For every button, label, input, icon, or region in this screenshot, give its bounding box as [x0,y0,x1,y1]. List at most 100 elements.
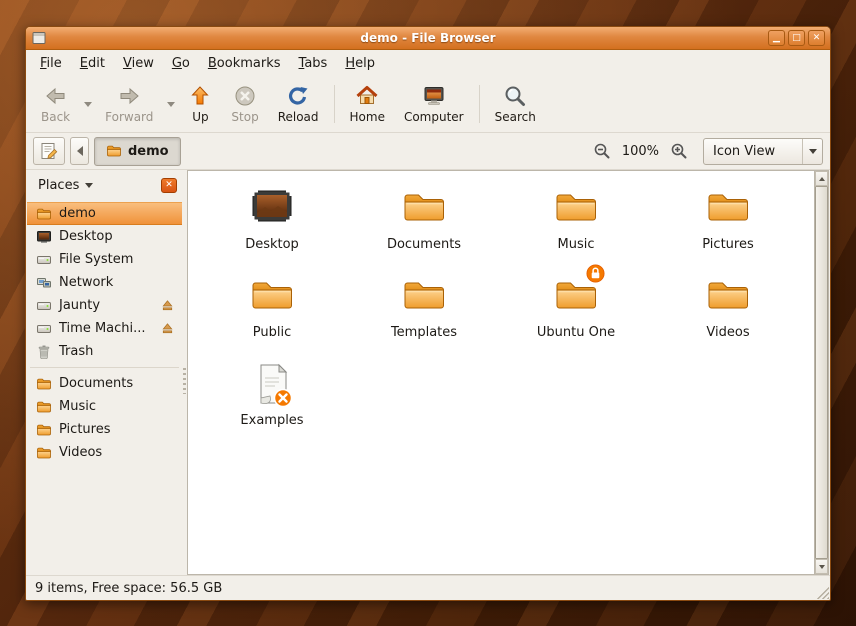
folder-icon [400,184,448,232]
edit-location-toggle[interactable] [33,137,65,165]
folder-icon [36,422,52,438]
drive-icon [36,252,52,268]
sidebar-item-time-machine[interactable]: Time Machi... [27,317,182,340]
resize-grip[interactable] [814,584,829,599]
home-button[interactable]: Home [341,80,394,128]
arrow-left-icon [44,84,68,108]
up-button[interactable]: Up [179,80,221,128]
icon-ubuntu-one[interactable]: Ubuntu One [500,272,652,360]
view-mode-select[interactable]: Icon View [703,138,823,165]
folder-icon [400,272,448,320]
location-bar: demo 100% Icon View [26,133,830,170]
menu-file[interactable]: File [32,52,70,75]
menu-edit[interactable]: Edit [72,52,113,75]
chevron-up-icon [819,177,825,181]
vertical-scrollbar[interactable] [814,170,829,575]
sidebar-item-label: Documents [59,376,133,391]
menu-bookmarks[interactable]: Bookmarks [200,52,289,75]
back-button[interactable]: Back [32,80,79,128]
sidebar-item-network[interactable]: Network [27,271,182,294]
zoom-out-icon [593,142,611,160]
folder-icon [36,206,52,222]
icon-desktop[interactable]: Desktop [196,184,348,272]
sidebar-item-videos[interactable]: Videos [27,441,182,464]
reload-button[interactable]: Reload [269,80,328,128]
forward-history-dropdown[interactable] [163,80,178,128]
home-label: Home [350,110,385,124]
zoom-in-icon [670,142,688,160]
sidebar-item-pictures[interactable]: Pictures [27,418,182,441]
reload-icon [286,84,310,108]
icon-documents[interactable]: Documents [348,184,500,272]
sidebar-item-jaunty[interactable]: Jaunty [27,294,182,317]
chevron-down-icon [85,183,93,188]
network-icon [36,275,52,291]
menu-view[interactable]: View [115,52,162,75]
icon-examples[interactable]: Examples [196,360,348,448]
computer-icon [422,84,446,108]
icon-templates[interactable]: Templates [348,272,500,360]
maximize-button[interactable]: □ [788,30,805,46]
eject-button[interactable] [158,297,176,315]
back-history-dropdown[interactable] [80,80,95,128]
link-document-icon [248,360,296,408]
icon-pictures[interactable]: Pictures [652,184,804,272]
path-button-label: demo [128,144,169,159]
sidebar-item-label: demo [59,206,96,221]
computer-label: Computer [404,110,464,124]
sidebar-close-button[interactable]: ✕ [161,178,177,193]
lock-emblem-icon [586,264,605,283]
forward-button[interactable]: Forward [96,80,162,128]
icon-public[interactable]: Public [196,272,348,360]
file-label: Music [558,237,595,252]
sidebar-item-label: Desktop [59,229,113,244]
file-browser-window: demo - File Browser ▁ □ ✕ File Edit View… [25,26,831,601]
sidebar-item-file-system[interactable]: File System [27,248,182,271]
sidebar-splitter[interactable] [182,170,187,575]
path-button-demo[interactable]: demo [94,137,181,166]
stop-button[interactable]: Stop [222,80,267,128]
view-mode-value: Icon View [713,144,775,159]
path-scroll-left-button[interactable] [70,137,89,165]
folder-icon [36,376,52,392]
search-button[interactable]: Search [486,80,545,128]
sidebar-item-label: Network [59,275,113,290]
computer-button[interactable]: Computer [395,80,473,128]
file-label: Desktop [245,237,299,252]
icon-music[interactable]: Music [500,184,652,272]
icon-grid: Desktop Documents [188,171,814,448]
window-titlebar[interactable]: demo - File Browser ▁ □ ✕ [26,27,830,50]
scroll-down-button[interactable] [815,559,828,574]
folder-icon [36,445,52,461]
sidebar-item-music[interactable]: Music [27,395,182,418]
sidebar-item-documents[interactable]: Documents [27,372,182,395]
chevron-down-icon [809,149,817,154]
sidebar-item-desktop[interactable]: Desktop [27,225,182,248]
menu-go[interactable]: Go [164,52,198,75]
icon-videos[interactable]: Videos [652,272,804,360]
zoom-in-button[interactable] [666,138,692,164]
toolbar: Back Forward Up Sto [26,77,830,133]
edit-note-icon [39,141,59,161]
drive-icon [36,321,52,337]
scrollbar-thumb[interactable] [815,186,828,559]
zoom-out-button[interactable] [589,138,615,164]
scroll-up-button[interactable] [815,171,828,186]
sidebar-item-trash[interactable]: Trash [27,340,182,363]
menu-help[interactable]: Help [337,52,383,75]
menu-tabs[interactable]: Tabs [291,52,336,75]
search-icon [503,84,527,108]
file-view[interactable]: Desktop Documents [187,170,814,575]
sidebar-mode-select[interactable]: Places [31,176,161,195]
folder-open-icon [106,143,122,159]
home-icon [355,84,379,108]
sidebar-item-demo[interactable]: demo [27,202,182,225]
close-button[interactable]: ✕ [808,30,825,46]
eject-button[interactable] [158,320,176,338]
file-label: Ubuntu One [537,325,615,340]
minimize-button[interactable]: ▁ [768,30,785,46]
folder-icon [704,184,752,232]
zoom-level: 100% [622,144,659,159]
file-label: Pictures [702,237,753,252]
up-label: Up [192,110,208,124]
